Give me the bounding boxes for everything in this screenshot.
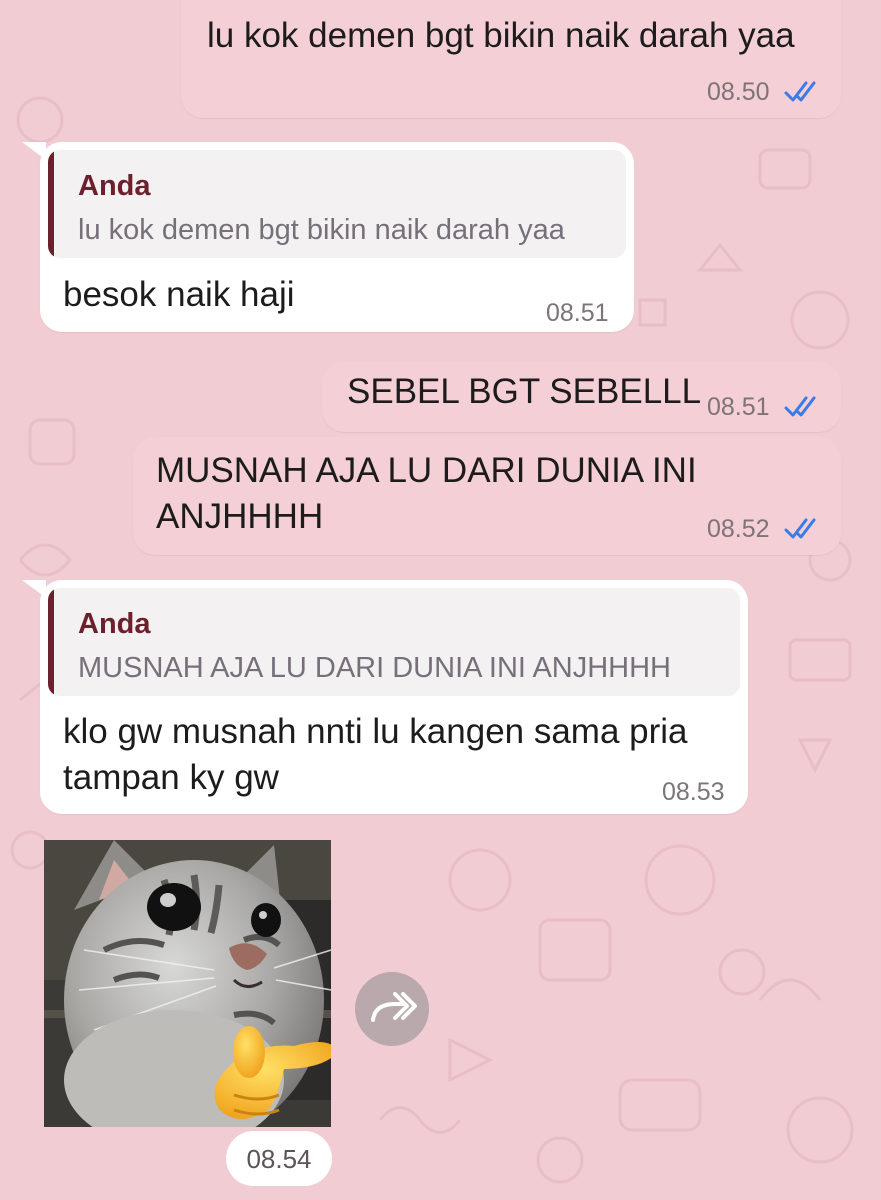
read-ticks-icon [784, 518, 816, 539]
forward-icon [371, 992, 417, 1022]
forward-button[interactable] [355, 972, 429, 1046]
read-ticks-icon [784, 396, 816, 417]
read-ticks-icon [784, 81, 816, 102]
message-text-line-1: klo gw musnah nnti lu kangen sama pria [63, 712, 688, 751]
reply-quote-text: lu kok demen bgt bikin naik darah yaa [78, 214, 565, 246]
message-bubble-incoming[interactable]: Anda lu kok demen bgt bikin naik darah y… [40, 142, 634, 332]
cat-sticker-image [44, 840, 331, 1127]
cat-pointing-sticker[interactable] [44, 840, 331, 1127]
message-text: lu kok demen bgt bikin naik darah yaa [207, 16, 795, 55]
message-text-line-1: MUSNAH AJA LU DARI DUNIA INI [156, 451, 697, 490]
message-text-line-2: ANJHHHH [156, 497, 324, 536]
message-time: 08.51 [707, 393, 770, 421]
reply-quote-text: MUSNAH AJA LU DARI DUNIA INI ANJHHHH [78, 652, 671, 684]
message-bubble-outgoing[interactable]: SEBEL BGT SEBELLL 08.51 [322, 362, 841, 432]
message-time: 08.51 [546, 299, 609, 327]
sticker-time-badge: 08.54 [226, 1131, 332, 1186]
reply-quote-author: Anda [78, 608, 151, 640]
reply-quote-accent [48, 150, 54, 258]
message-bubble-outgoing[interactable]: lu kok demen bgt bikin naik darah yaa 08… [181, 0, 841, 118]
message-time: 08.53 [662, 778, 725, 806]
message-text: besok naik haji [63, 275, 295, 314]
message-bubble-incoming[interactable]: Anda MUSNAH AJA LU DARI DUNIA INI ANJHHH… [40, 580, 748, 814]
reply-quote-author: Anda [78, 170, 151, 202]
reply-quote[interactable]: Anda MUSNAH AJA LU DARI DUNIA INI ANJHHH… [48, 588, 740, 696]
reply-quote-accent [48, 588, 54, 696]
message-time: 08.50 [707, 78, 770, 106]
message-text-line-2: tampan ky gw [63, 758, 279, 797]
message-time: 08.52 [707, 515, 770, 543]
reply-quote[interactable]: Anda lu kok demen bgt bikin naik darah y… [48, 150, 626, 258]
message-time: 08.54 [246, 1144, 312, 1174]
message-text: SEBEL BGT SEBELLL [347, 372, 702, 411]
message-bubble-outgoing[interactable]: MUSNAH AJA LU DARI DUNIA INI ANJHHHH 08.… [133, 437, 841, 555]
